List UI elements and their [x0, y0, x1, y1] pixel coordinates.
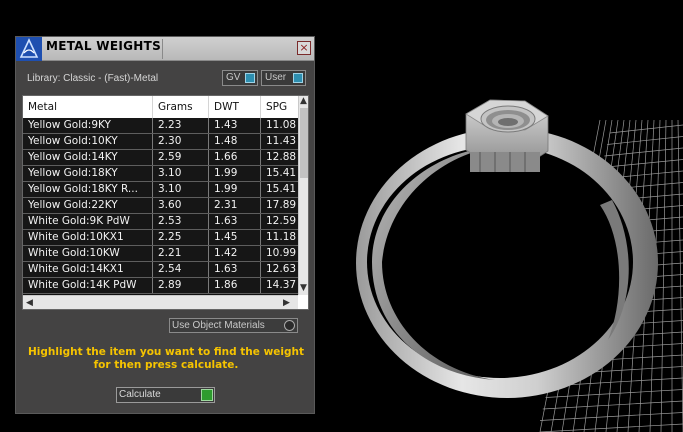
toggle-icon [293, 73, 303, 83]
metal-cell: Yellow Gold:9KY [23, 118, 153, 133]
column-header-spg[interactable]: SPG [261, 96, 301, 118]
metal-cell: White Gold:14KX1 [23, 262, 153, 277]
title-divider [162, 39, 163, 59]
use-object-materials-option[interactable]: Use Object Materials [169, 318, 298, 333]
grams-cell: 2.89 [153, 278, 209, 293]
gv-toggle-label: GV [226, 72, 241, 83]
table-row[interactable]: White Gold:14K PdW 2.89 1.86 14.37 [23, 278, 298, 294]
metal-table: Metal Grams DWT SPG Yellow Gold:9KY 2.23 1… [22, 95, 309, 310]
metal-cell: White Gold:14K PdW [23, 278, 153, 293]
dwt-cell: 2.31 [209, 198, 261, 213]
dwt-cell: 1.45 [209, 230, 261, 245]
spg-cell: 14.37 [266, 279, 297, 291]
metal-cell: Yellow Gold:10KY [23, 134, 153, 149]
dwt-cell: 1.99 [209, 182, 261, 197]
dwt-cell: 1.63 [209, 262, 261, 277]
grams-cell: 2.25 [153, 230, 209, 245]
spg-cell: 12.59 [266, 215, 297, 227]
radio-icon[interactable] [284, 320, 295, 331]
table-row[interactable]: White Gold:10KX1 2.25 1.45 11.18 [23, 230, 298, 246]
scroll-right-icon[interactable]: ▶ [283, 298, 290, 308]
table-row[interactable]: Yellow Gold:18KY R... 3.10 1.99 15.41 [23, 182, 298, 198]
spg-cell: 10.99 [266, 247, 297, 259]
scroll-down-icon[interactable]: ▼ [300, 283, 307, 293]
grams-cell: 3.60 [153, 198, 209, 213]
table-row[interactable]: White Gold:14KX1 2.54 1.63 12.63 [23, 262, 298, 278]
use-object-materials-label: Use Object Materials [172, 320, 265, 331]
dwt-cell: 1.86 [209, 278, 261, 293]
library-label: Library: Classic - (Fast)-Metal [27, 73, 159, 84]
vertical-scroll-thumb[interactable] [300, 108, 308, 178]
column-header-grams[interactable]: Grams [153, 96, 209, 118]
metal-cell: Yellow Gold:22KY [23, 198, 153, 213]
user-toggle-label: User [265, 72, 287, 83]
app-logo-icon [16, 37, 42, 61]
dwt-cell: 1.66 [209, 150, 261, 165]
close-icon[interactable]: × [297, 41, 311, 55]
spg-cell: 12.63 [266, 263, 297, 275]
dwt-cell: 1.42 [209, 246, 261, 261]
metal-weights-panel: METAL WEIGHTS × Library: Classic - (Fast… [15, 36, 315, 414]
spg-cell: 17.89 [266, 199, 297, 211]
spg-cell: 15.41 [266, 167, 297, 179]
vertical-scrollbar[interactable]: ▲ ▼ [298, 96, 308, 295]
table-body: Yellow Gold:9KY 2.23 1.43 11.08 Yellow Gold:… [23, 118, 298, 295]
metal-cell: Yellow Gold:14KY [23, 150, 153, 165]
grams-cell: 3.10 [153, 166, 209, 181]
gv-toggle[interactable]: GV [222, 70, 258, 86]
table-row[interactable]: Yellow Gold:18KY 3.10 1.99 15.41 [23, 166, 298, 182]
table-row[interactable]: Yellow Gold:22KY 3.60 2.31 17.89 [23, 198, 298, 214]
spg-cell: 15.41 [266, 183, 297, 195]
calculate-button[interactable]: Calculate [116, 387, 215, 403]
metal-cell: Yellow Gold:18KY R... [23, 182, 153, 197]
column-header-metal[interactable]: Metal [23, 96, 153, 118]
table-row[interactable]: White Gold:10KW 2.21 1.42 10.99 [23, 246, 298, 262]
metal-cell: White Gold:9K PdW [23, 214, 153, 229]
instruction-text: Highlight the item you want to find the … [28, 346, 304, 371]
spg-cell: 11.43 [266, 135, 297, 147]
user-toggle[interactable]: User [261, 70, 306, 86]
hex-nut-model[interactable] [465, 99, 549, 172]
grams-cell: 2.54 [153, 262, 209, 277]
scroll-left-icon[interactable]: ◀ [26, 298, 33, 308]
table-row[interactable]: Yellow Gold:9KY 2.23 1.43 11.08 [23, 118, 298, 134]
spg-cell: 12.88 [266, 151, 297, 163]
calculate-label: Calculate [119, 389, 161, 400]
grams-cell: 2.23 [153, 118, 209, 133]
grams-cell: 2.59 [153, 150, 209, 165]
panel-title: METAL WEIGHTS [46, 39, 162, 53]
table-row[interactable]: Yellow Gold:14KY 2.59 1.66 12.88 [23, 150, 298, 166]
grams-cell: 2.53 [153, 214, 209, 229]
dwt-cell: 1.43 [209, 118, 261, 133]
grams-cell: 2.30 [153, 134, 209, 149]
play-icon [201, 389, 213, 401]
metal-cell: White Gold:10KW [23, 246, 153, 261]
dwt-cell: 1.48 [209, 134, 261, 149]
dwt-cell: 1.99 [209, 166, 261, 181]
metal-cell: Yellow Gold:18KY [23, 166, 153, 181]
table-header: Metal Grams DWT SPG [23, 96, 298, 118]
dwt-cell: 1.63 [209, 214, 261, 229]
toggle-icon [245, 73, 255, 83]
grams-cell: 2.21 [153, 246, 209, 261]
grams-cell: 3.10 [153, 182, 209, 197]
scroll-up-icon[interactable]: ▲ [300, 96, 307, 106]
metal-cell: White Gold:10KX1 [23, 230, 153, 245]
column-header-dwt[interactable]: DWT [209, 96, 261, 118]
spg-cell: 11.08 [266, 119, 297, 131]
panel-titlebar[interactable]: METAL WEIGHTS × [16, 37, 314, 61]
table-row[interactable]: Yellow Gold:10KY 2.30 1.48 11.43 [23, 134, 298, 150]
spg-cell: 11.18 [266, 231, 297, 243]
horizontal-scrollbar[interactable]: ◀ ▶ [23, 295, 298, 309]
table-row[interactable]: White Gold:9K PdW 2.53 1.63 12.59 [23, 214, 298, 230]
